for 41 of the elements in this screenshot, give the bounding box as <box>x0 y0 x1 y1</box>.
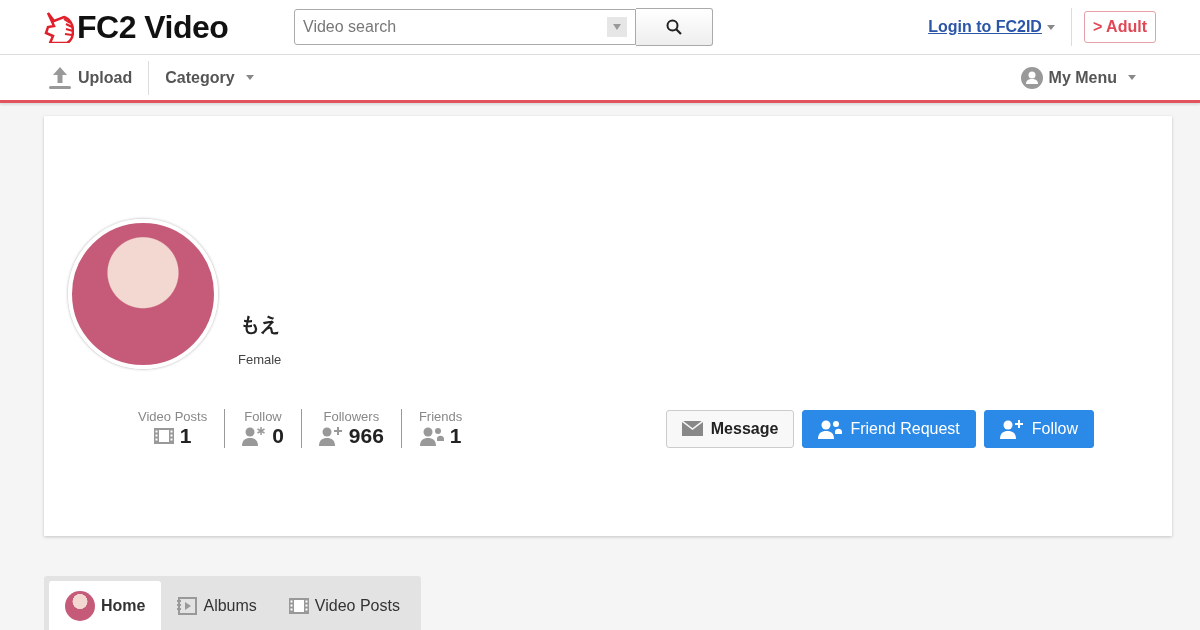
search-field[interactable]: Video search <box>294 8 636 45</box>
login-link[interactable]: Login to FC2ID <box>928 18 1042 36</box>
user-name: もえ <box>240 312 281 337</box>
person-plus-icon <box>318 426 343 446</box>
logo-text[interactable]: FC2 Video <box>77 8 229 46</box>
stat-label: Video Posts <box>138 409 208 424</box>
search-icon <box>666 18 682 35</box>
nav-link[interactable]: Upload <box>48 60 150 95</box>
caret-icon <box>245 75 254 80</box>
person-star-icon <box>242 426 267 446</box>
person-plus-icon <box>999 418 1024 439</box>
album-icon <box>177 596 198 615</box>
message-button[interactable]: Message <box>665 409 795 448</box>
film-icon <box>153 428 174 444</box>
stat-value: 966 <box>348 424 384 448</box>
dropdown-icon[interactable] <box>607 16 627 37</box>
search-button[interactable] <box>636 7 713 46</box>
upload-icon <box>48 65 72 90</box>
follow-button[interactable]: Follow <box>983 409 1094 448</box>
stat-value: 1 <box>179 424 192 448</box>
gender-label: Female <box>238 352 282 367</box>
friend-request-button[interactable]: Friend Request <box>802 409 976 448</box>
adult-button[interactable]: > Adult <box>1083 11 1156 43</box>
stat-label: Followers <box>323 409 380 424</box>
tab[interactable]: Albums <box>161 581 273 630</box>
two-people-icon <box>419 426 444 446</box>
avatar-image <box>65 590 95 621</box>
my-menu-link[interactable]: My Menu <box>1004 60 1152 95</box>
tab[interactable]: Home <box>49 581 162 630</box>
stat-value: 1 <box>449 424 462 448</box>
user-icon <box>1020 66 1043 89</box>
envelope-icon <box>681 421 703 436</box>
stat-label: Friends <box>418 409 463 424</box>
tab[interactable]: Video Posts <box>272 581 416 630</box>
nav-link[interactable]: Category <box>149 60 270 95</box>
film-icon <box>288 597 309 614</box>
caret-icon <box>1046 24 1055 30</box>
stat-label: Follow <box>244 409 282 424</box>
caret-icon <box>1128 75 1136 80</box>
two-people-icon <box>818 418 843 439</box>
stat-value: 0 <box>272 424 284 448</box>
